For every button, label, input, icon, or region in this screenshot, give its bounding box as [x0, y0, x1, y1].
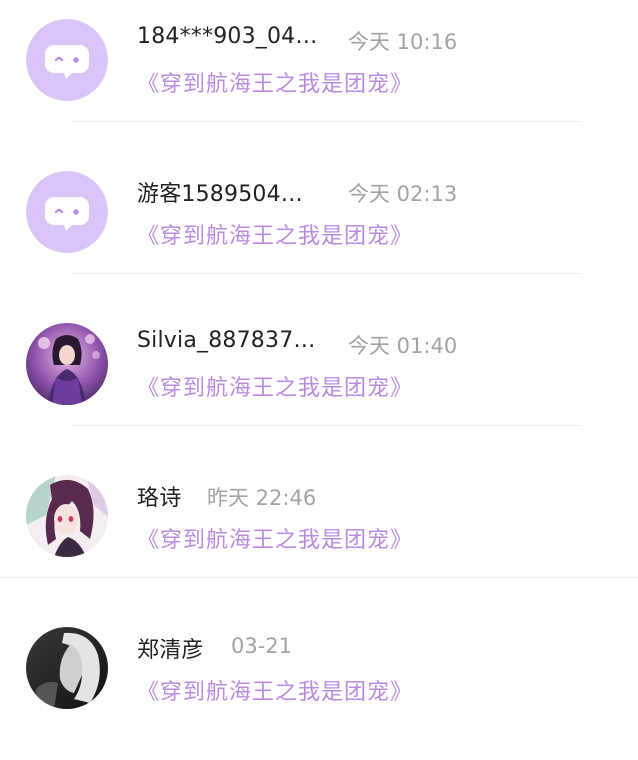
- divider: [70, 425, 582, 426]
- anime-girl-avatar-icon: [26, 323, 108, 405]
- grayscale-photo-avatar-icon: [26, 627, 108, 709]
- avatar[interactable]: [26, 323, 108, 405]
- list-item[interactable]: 珞诗 昨天 22:46 《穿到航海王之我是团宠》: [0, 456, 638, 608]
- timestamp: 今天 01:40: [348, 334, 458, 358]
- user-name[interactable]: 184***903_04…: [137, 24, 318, 49]
- book-title-link[interactable]: 《穿到航海王之我是团宠》: [137, 66, 413, 98]
- list-item[interactable]: 郑清彦 03-21 《穿到航海王之我是团宠》: [0, 608, 638, 760]
- timestamp: 03-21: [231, 634, 293, 658]
- avatar[interactable]: [26, 475, 108, 557]
- divider: [70, 121, 582, 122]
- avatar[interactable]: [26, 627, 108, 709]
- user-name[interactable]: 游客1589504…: [137, 176, 303, 208]
- book-title-link[interactable]: 《穿到航海王之我是团宠》: [137, 218, 413, 250]
- user-name[interactable]: 珞诗: [137, 480, 181, 512]
- list-item[interactable]: Silvia_887837… 今天 01:40 《穿到航海王之我是团宠》: [0, 304, 638, 456]
- comment-list: 184***903_04… 今天 10:16 《穿到航海王之我是团宠》 游客15…: [0, 0, 638, 712]
- anime-girl-avatar-icon: [26, 475, 108, 557]
- timestamp: 今天 02:13: [348, 182, 458, 206]
- list-item[interactable]: 184***903_04… 今天 10:16 《穿到航海王之我是团宠》: [0, 0, 638, 152]
- user-name[interactable]: 郑清彦: [137, 632, 204, 664]
- timestamp: 昨天 22:46: [207, 486, 317, 510]
- book-title-link[interactable]: 《穿到航海王之我是团宠》: [137, 522, 413, 554]
- avatar[interactable]: [26, 171, 108, 253]
- chat-bubble-icon: [26, 171, 108, 253]
- divider: [0, 577, 638, 578]
- book-title-link[interactable]: 《穿到航海王之我是团宠》: [137, 370, 413, 402]
- divider: [70, 273, 582, 274]
- timestamp: 今天 10:16: [348, 30, 458, 54]
- book-title-link[interactable]: 《穿到航海王之我是团宠》: [137, 674, 413, 706]
- list-item[interactable]: 游客1589504… 今天 02:13 《穿到航海王之我是团宠》: [0, 152, 638, 304]
- user-name[interactable]: Silvia_887837…: [137, 328, 316, 353]
- avatar[interactable]: [26, 19, 108, 101]
- chat-bubble-icon: [26, 19, 108, 101]
